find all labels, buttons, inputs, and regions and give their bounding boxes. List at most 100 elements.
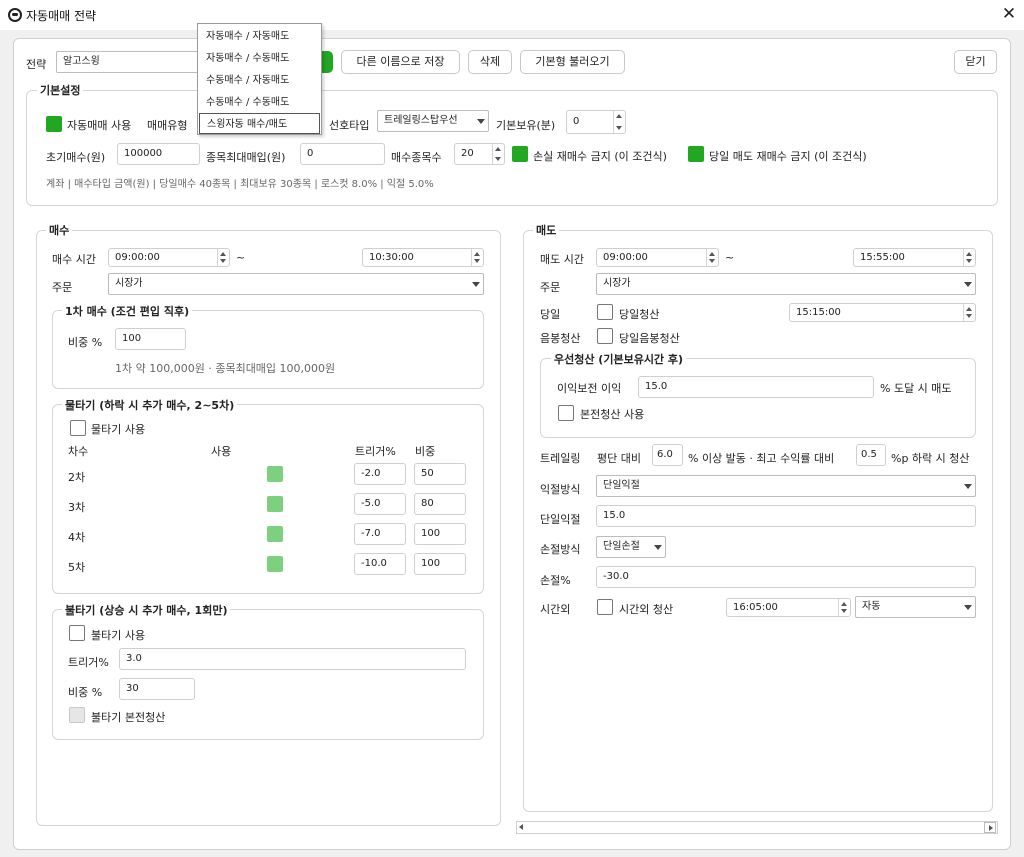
strategy-label: 전략 bbox=[26, 58, 47, 71]
window-close-button[interactable]: ✕ bbox=[996, 3, 1022, 27]
spinner-icon[interactable] bbox=[471, 249, 483, 266]
water-row-weight[interactable]: 100 bbox=[414, 523, 466, 545]
first-weight-label: 비중 % bbox=[68, 336, 103, 349]
first-buy-note: 1차 약 100,000원 · 종목최대매입 100,000원 bbox=[115, 362, 336, 375]
spinner-icon[interactable] bbox=[963, 249, 975, 266]
take-method-select[interactable]: 단일익절 bbox=[596, 475, 976, 497]
water-row-weight[interactable]: 100 bbox=[414, 553, 466, 575]
trailing-drop-input[interactable]: 0.5 bbox=[856, 444, 886, 466]
after-time[interactable]: 16:05:00 bbox=[726, 598, 851, 617]
strategy-select[interactable]: 알고스윙 bbox=[56, 51, 206, 73]
buy-time-start[interactable]: 09:00:00 bbox=[108, 248, 230, 267]
tilde: ~ bbox=[725, 251, 735, 264]
close-button[interactable]: 닫기 bbox=[954, 50, 997, 74]
stop-method-select[interactable]: 단일손절 bbox=[596, 536, 666, 558]
take-single-input[interactable]: 15.0 bbox=[596, 505, 976, 527]
after-mode-select[interactable]: 자동 bbox=[855, 596, 976, 618]
spinner-icon[interactable] bbox=[838, 599, 850, 616]
load-default-button[interactable]: 기본형 불러오기 bbox=[520, 50, 625, 74]
spinner-icon[interactable] bbox=[217, 249, 229, 266]
basic-settings-title: 기본설정 bbox=[37, 82, 84, 98]
water-row-round: 2차 bbox=[68, 471, 86, 484]
max-buy-input[interactable]: 0 bbox=[300, 143, 385, 165]
fire-trigger-input[interactable]: 3.0 bbox=[119, 648, 466, 670]
spinner-icon[interactable] bbox=[613, 111, 625, 133]
title-bar bbox=[0, 0, 1024, 31]
water-row-use-checkbox[interactable] bbox=[267, 496, 283, 512]
first-weight-input[interactable]: 100 bbox=[115, 328, 186, 350]
sameday-checkbox[interactable] bbox=[597, 304, 613, 320]
trade-type-dropdown: 자동매수 / 자동매도 자동매수 / 수동매도 수동매수 / 자동매도 수동매수… bbox=[197, 23, 322, 135]
sell-time-start[interactable]: 09:00:00 bbox=[596, 248, 719, 267]
after-time-value: 16:05:00 bbox=[733, 602, 778, 613]
buy-order-value: 시장가 bbox=[115, 278, 143, 289]
bull-checkbox[interactable] bbox=[597, 328, 613, 344]
buy-count-label: 매수종목수 bbox=[391, 151, 442, 164]
dropdown-option-selected[interactable]: 스윙자동 매수/매도 bbox=[199, 113, 320, 134]
dropdown-option[interactable]: 수동매수 / 자동매도 bbox=[199, 70, 320, 91]
buy-order-select[interactable]: 시장가 bbox=[108, 273, 484, 295]
priority-profit-input[interactable]: 15.0 bbox=[638, 376, 874, 398]
dropdown-option[interactable]: 자동매수 / 수동매도 bbox=[199, 48, 320, 69]
strategy-value: 알고스윙 bbox=[63, 56, 100, 67]
stop-input[interactable]: -30.0 bbox=[596, 566, 976, 588]
base-hold-spinbox[interactable]: 0 bbox=[566, 110, 626, 134]
water-row-trigger[interactable]: -5.0 bbox=[354, 493, 406, 515]
fire-trigger-label: 트리거% bbox=[68, 656, 109, 669]
priority-breakeven-checkbox[interactable] bbox=[558, 405, 574, 421]
dropdown-option[interactable]: 수동매수 / 수동매도 bbox=[199, 92, 320, 113]
stop-label: 손절% bbox=[540, 574, 571, 587]
horizontal-scrollbar[interactable] bbox=[516, 821, 998, 834]
water-row-trigger[interactable]: -10.0 bbox=[354, 553, 406, 575]
buy-count-value: 20 bbox=[461, 148, 474, 159]
take-single-label: 단일익절 bbox=[540, 513, 581, 526]
trailing-label: 트레일링 bbox=[540, 452, 581, 465]
after-checkbox[interactable] bbox=[597, 599, 613, 615]
fire-breakeven-checkbox[interactable] bbox=[69, 707, 85, 723]
buy-count-spinbox[interactable]: 20 bbox=[454, 143, 505, 165]
buy-time-end[interactable]: 10:30:00 bbox=[362, 248, 484, 267]
take-method-label: 익절방식 bbox=[540, 483, 581, 496]
no-rebuy-sell-checkbox[interactable] bbox=[688, 146, 704, 162]
bull-label: 음봉청산 bbox=[540, 332, 581, 345]
fire-weight-input[interactable]: 30 bbox=[119, 678, 195, 700]
scroll-right-icon[interactable] bbox=[984, 822, 996, 833]
spinner-icon[interactable] bbox=[492, 144, 504, 164]
trailing-end-label: %p 하락 시 청산 bbox=[891, 452, 970, 465]
init-buy-input[interactable]: 100000 bbox=[117, 143, 200, 165]
water-use-checkbox[interactable] bbox=[70, 420, 86, 436]
priority-profit-suffix: % 도달 시 매도 bbox=[880, 382, 952, 395]
sameday-time[interactable]: 15:15:00 bbox=[789, 303, 976, 322]
water-use-label: 물타기 사용 bbox=[91, 423, 146, 436]
trailing-avg-input[interactable]: 6.0 bbox=[652, 444, 683, 466]
save-as-button[interactable]: 다른 이름으로 저장 bbox=[341, 50, 460, 74]
dropdown-option[interactable]: 자동매수 / 자동매도 bbox=[199, 26, 320, 47]
delete-button[interactable]: 삭제 bbox=[468, 50, 512, 74]
auto-trade-label: 자동매매 사용 bbox=[67, 119, 132, 132]
fire-use-label: 불타기 사용 bbox=[91, 629, 146, 642]
no-rebuy-loss-checkbox[interactable] bbox=[512, 146, 528, 162]
water-header-use: 사용 bbox=[211, 445, 232, 458]
buy-time-start-value: 09:00:00 bbox=[115, 252, 160, 263]
sell-order-select[interactable]: 시장가 bbox=[596, 273, 976, 295]
water-row-trigger[interactable]: -7.0 bbox=[354, 523, 406, 545]
water-row-trigger[interactable]: -2.0 bbox=[354, 463, 406, 485]
fire-use-checkbox[interactable] bbox=[69, 625, 85, 641]
preferred-type-select[interactable]: 트레일링스탑우선 bbox=[377, 110, 489, 132]
priority-profit-label: 이익보전 이익 bbox=[557, 382, 622, 395]
auto-trade-checkbox[interactable] bbox=[46, 116, 62, 132]
after-label: 시간외 bbox=[540, 603, 571, 616]
water-row-use-checkbox[interactable] bbox=[267, 556, 283, 572]
water-row-weight[interactable]: 80 bbox=[414, 493, 466, 515]
chevron-down-icon bbox=[964, 282, 972, 287]
water-row-use-checkbox[interactable] bbox=[267, 466, 283, 482]
water-row-weight[interactable]: 50 bbox=[414, 463, 466, 485]
stop-method-value: 단일손절 bbox=[603, 541, 640, 552]
scroll-left-icon[interactable] bbox=[519, 824, 523, 830]
spinner-icon[interactable] bbox=[963, 304, 975, 321]
sell-time-end[interactable]: 15:55:00 bbox=[853, 248, 976, 267]
water-row-use-checkbox[interactable] bbox=[267, 526, 283, 542]
chevron-down-icon bbox=[964, 484, 972, 489]
water-header-round: 차수 bbox=[68, 445, 89, 458]
spinner-icon[interactable] bbox=[706, 249, 718, 266]
